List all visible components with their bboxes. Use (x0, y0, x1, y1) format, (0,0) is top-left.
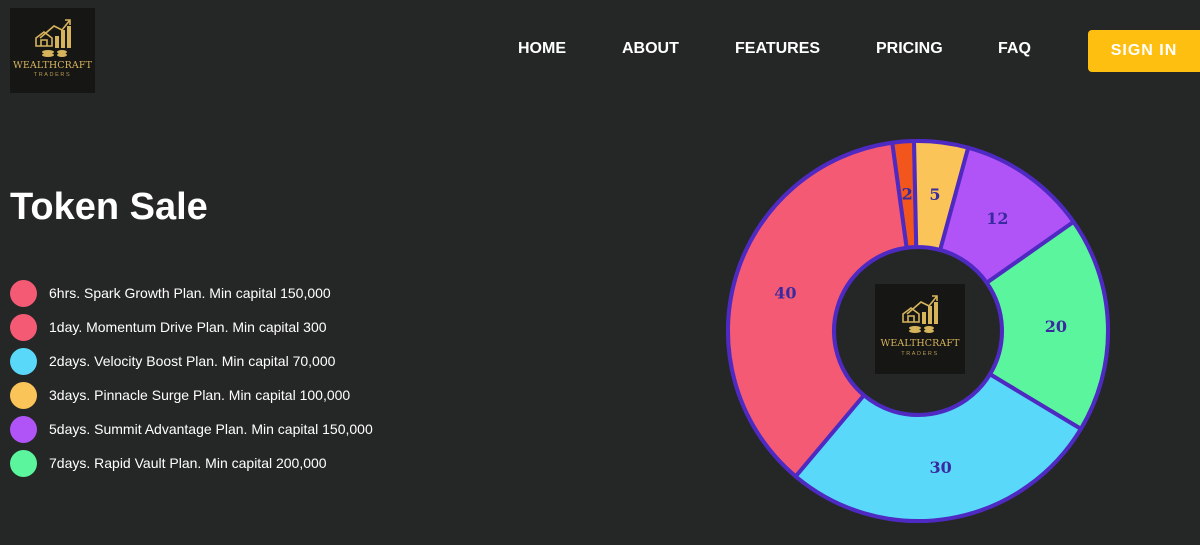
slice-label: 30 (930, 458, 952, 477)
slice-label: 40 (774, 284, 796, 303)
chart-center-logo: WEALTHCRAFT TRADERS (875, 284, 965, 374)
slice-label: 20 (1045, 317, 1067, 336)
logo-name: WEALTHCRAFT (880, 338, 960, 349)
logo-subtitle: TRADERS (901, 351, 939, 357)
slice-label: 2 (902, 184, 913, 203)
slice-label: 12 (986, 209, 1008, 228)
donut-chart: 2 5 12 20 30 40 (726, 139, 1110, 523)
slice-label: 5 (929, 185, 940, 204)
